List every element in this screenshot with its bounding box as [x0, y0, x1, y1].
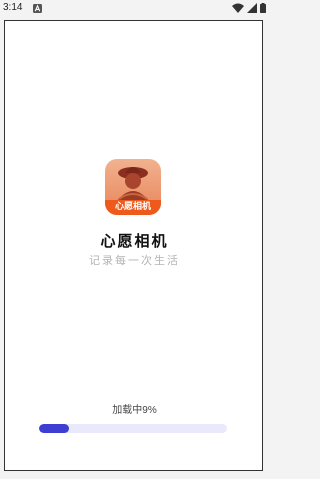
progress-track	[39, 424, 227, 433]
splash-screen: 心愿相机 心愿相机 记录每一次生活 加载中9%	[4, 20, 263, 471]
battery-icon	[260, 3, 266, 13]
system-icons	[232, 3, 266, 13]
status-time: 3:14	[3, 2, 23, 13]
status-bar: 3:14	[0, 0, 270, 18]
app-slogan: 记录每一次生活	[89, 254, 180, 267]
loading-label: 加载中9%	[112, 405, 157, 416]
logo-label: 心愿相机	[114, 202, 151, 212]
wifi-icon	[232, 3, 244, 13]
app-title: 心愿相机	[100, 232, 169, 250]
app-logo: 心愿相机	[105, 159, 161, 215]
progress-fill	[39, 424, 70, 433]
signal-icon	[247, 3, 257, 13]
notification-icon	[33, 4, 42, 13]
